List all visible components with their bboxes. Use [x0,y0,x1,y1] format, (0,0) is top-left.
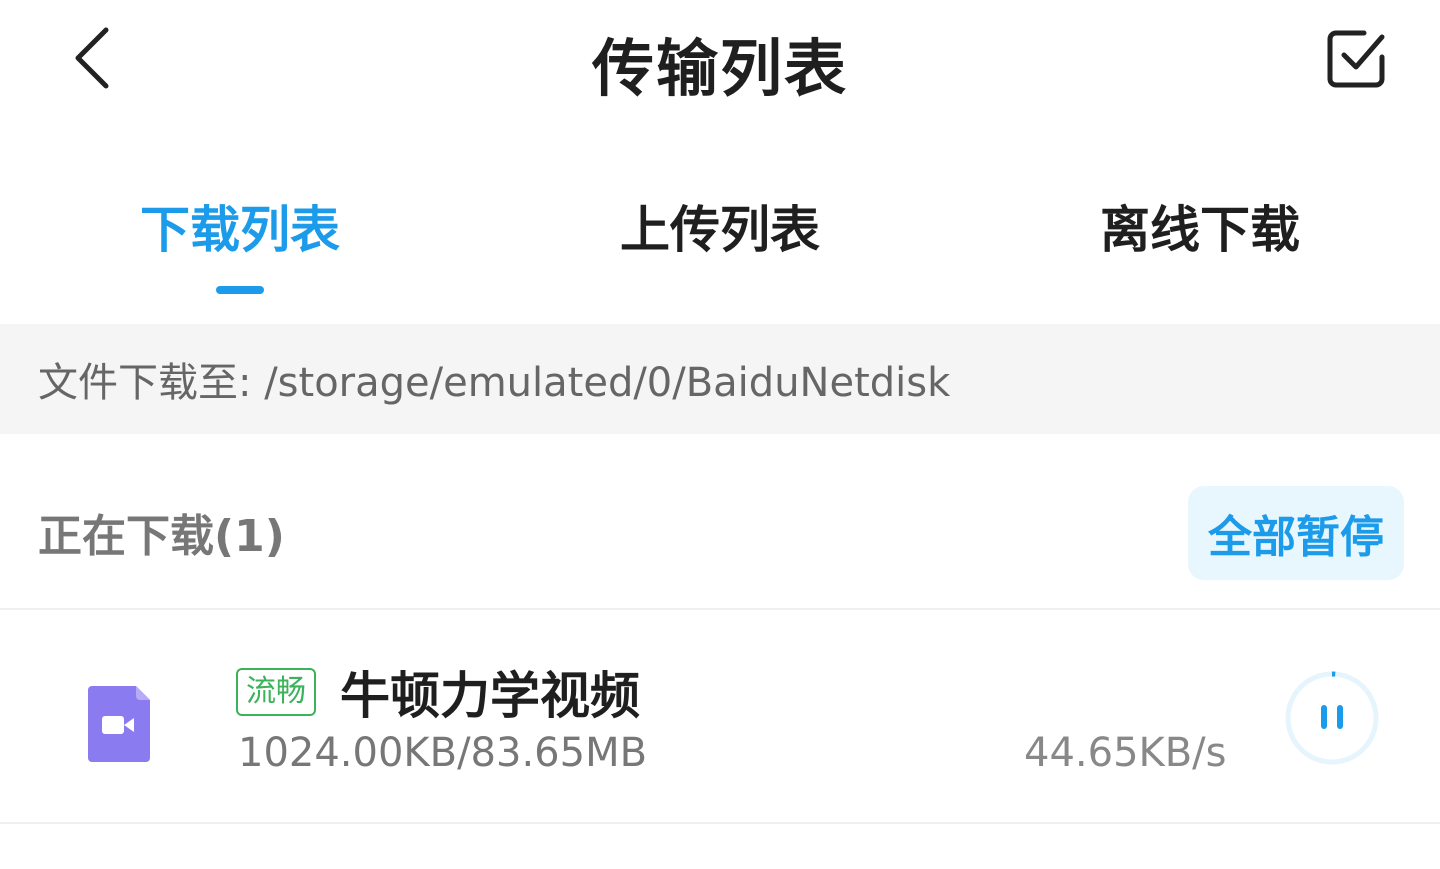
tab-download-list[interactable]: 下载列表 [110,180,370,300]
downloading-count-title: 正在下载(1) [38,511,285,562]
tab-label: 下载列表 [140,201,340,259]
file-name: 牛顿力学视频 [340,667,640,725]
downloading-section-header: 正在下载(1) 全部暂停 [0,470,1440,590]
download-path-bar: 文件下载至: /storage/emulated/0/BaiduNetdisk [0,324,1440,434]
pause-progress-ring [1285,671,1379,765]
tab-upload-list[interactable]: 上传列表 [590,180,850,300]
pause-icon [1321,705,1343,729]
divider [0,822,1440,824]
pause-all-button[interactable]: 全部暂停 [1188,486,1404,580]
tab-bar: 下载列表 上传列表 离线下载 [0,180,1440,320]
tab-label: 离线下载 [1100,201,1300,259]
download-path-text: 文件下载至: /storage/emulated/0/BaiduNetdisk [38,360,951,406]
tab-offline-download[interactable]: 离线下载 [1070,180,1330,300]
download-speed-text: 44.65KB/s [1024,730,1227,776]
top-bar: 传输列表 [0,0,1440,120]
pause-all-label: 全部暂停 [1208,512,1384,563]
list-item[interactable]: 流畅 牛顿力学视频 1024.00KB/83.65MB 44.65KB/s [0,612,1440,822]
pause-button[interactable] [1284,670,1380,766]
active-tab-indicator [216,286,264,294]
download-progress-text: 1024.00KB/83.65MB [238,730,648,776]
divider [0,608,1440,610]
checkbox-select-icon [1327,30,1385,88]
page-title: 传输列表 [591,32,848,105]
quality-badge: 流畅 [236,668,316,716]
multi-select-button[interactable] [1318,24,1394,94]
tab-label: 上传列表 [620,201,820,259]
video-file-icon [88,686,150,762]
